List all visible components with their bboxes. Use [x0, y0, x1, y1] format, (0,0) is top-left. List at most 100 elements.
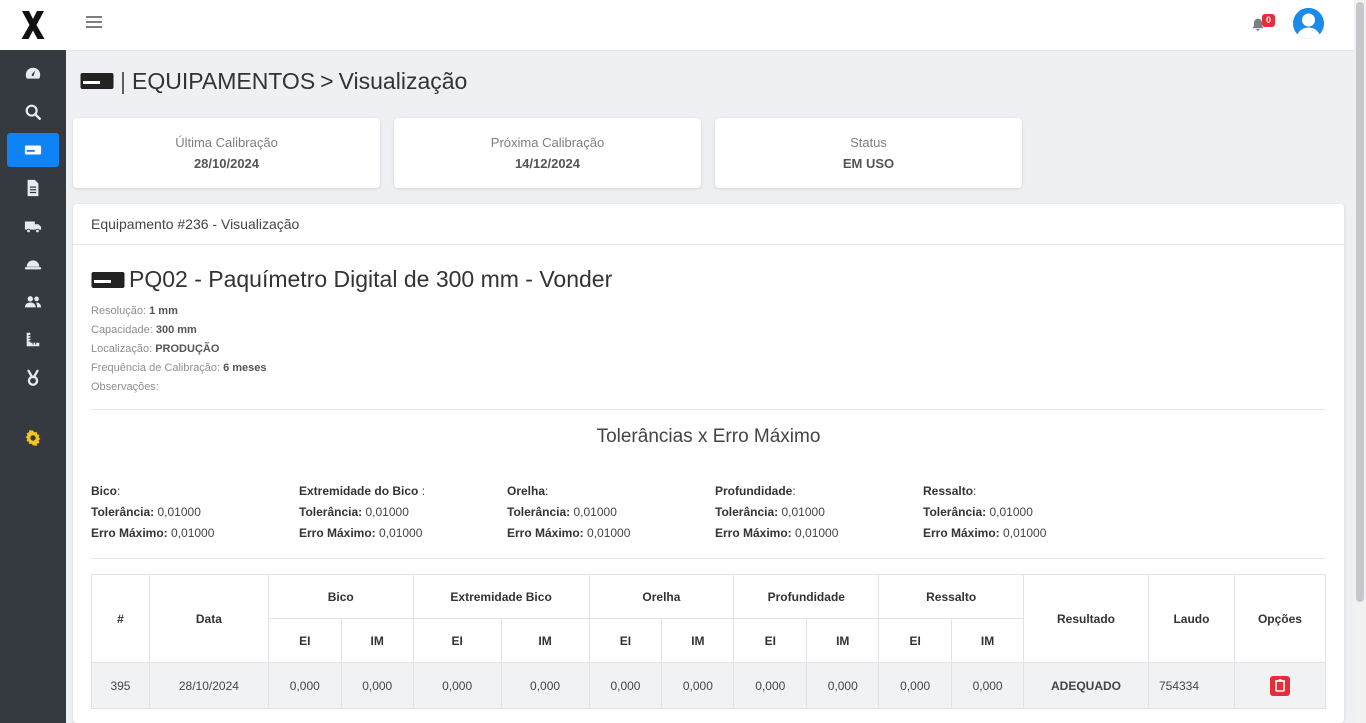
max-error-value: 0,01000	[379, 526, 423, 540]
breadcrumb-separator: >	[320, 67, 334, 94]
max-error-label: Erro Máximo:	[507, 526, 584, 540]
page-scrollbar[interactable]	[1354, 0, 1366, 723]
max-error-value: 0,01000	[587, 526, 631, 540]
col-group-ressalto: Ressalto	[878, 574, 1025, 619]
col-group-orelha: Orelha	[588, 574, 735, 619]
col-header-date[interactable]: Data	[148, 574, 269, 663]
sidebar-item-dashboard[interactable]	[7, 57, 59, 91]
col-header-id[interactable]: #	[91, 574, 150, 663]
prop-value: 300 mm	[155, 324, 197, 336]
sidebar-item-safety[interactable]	[7, 247, 59, 281]
cell-profundidade-im: 0,000	[806, 662, 880, 709]
tolerance-value: 0,01000	[573, 505, 617, 519]
users-icon	[24, 296, 42, 308]
col-header-im: IM	[806, 618, 880, 663]
status-card: Status EM USO	[715, 118, 1022, 188]
hamburger-line	[86, 26, 102, 28]
gear-icon	[25, 429, 41, 447]
equipment-icon	[80, 73, 114, 89]
tolerance-bico: Bico: Tolerância: 0,01000 Erro Máximo: 0…	[91, 481, 291, 544]
col-group-profundidade: Profundidade	[733, 574, 880, 619]
cell-id: 395	[91, 662, 150, 709]
sidebar-item-documents[interactable]	[7, 171, 59, 205]
max-error-value: 0,01000	[1003, 526, 1047, 540]
prop-value: PRODUÇÃO	[155, 343, 220, 355]
col-header-report[interactable]: Laudo	[1147, 574, 1235, 663]
tolerance-label: Tolerância:	[507, 505, 571, 519]
cell-profundidade-ei: 0,000	[733, 662, 808, 709]
prop-notes: Observações:	[91, 378, 267, 397]
prop-capacity: Capacidade: 300 mm	[91, 321, 267, 340]
cell-report: 754334	[1147, 662, 1235, 709]
user-icon	[1293, 8, 1324, 39]
sidebar-item-equipment[interactable]	[7, 133, 59, 167]
equipment-title: PQ02 - Paquímetro Digital de 300 mm - Vo…	[91, 266, 612, 293]
last-calibration-card: Última Calibração 28/10/2024	[73, 118, 380, 188]
max-error-value: 0,01000	[795, 526, 839, 540]
next-calibration-value: 14/12/2024	[514, 156, 581, 171]
truck-icon	[24, 221, 42, 234]
cell-ressalto-ei: 0,000	[878, 662, 953, 709]
tolerance-extremidade-bico: Extremidade do Bico : Tolerância: 0,0100…	[299, 481, 499, 544]
tolerances-title: Tolerâncias x Erro Máximo	[596, 426, 821, 447]
dashboard-icon	[25, 67, 41, 79]
divider	[91, 409, 1326, 410]
col-group-extremidade-bico: Extremidade Bico	[412, 574, 590, 619]
last-calibration-value: 28/10/2024	[193, 156, 260, 171]
user-avatar[interactable]	[1293, 8, 1324, 39]
ruler-icon	[26, 332, 40, 347]
app-logo[interactable]	[0, 0, 66, 50]
col-header-im: IM	[340, 618, 414, 663]
col-header-result[interactable]: Resultado	[1023, 574, 1149, 663]
tolerance-suffix: :	[418, 484, 426, 498]
tolerance-name: Extremidade do Bico	[299, 484, 419, 498]
tolerance-label: Tolerância:	[923, 505, 987, 519]
sidebar-item-tools[interactable]	[7, 361, 59, 395]
max-error-label: Erro Máximo:	[715, 526, 792, 540]
page-title: | EQUIPAMENTOS > Visualização	[80, 66, 467, 96]
breadcrumb-section[interactable]: EQUIPAMENTOS	[132, 68, 315, 95]
helmet-icon	[24, 260, 42, 270]
tolerance-value: 0,01000	[781, 505, 825, 519]
sidebar-item-measurement[interactable]	[7, 323, 59, 357]
tolerance-suffix: :	[117, 484, 121, 498]
sidebar-item-transport[interactable]	[7, 209, 59, 243]
col-header-im: IM	[661, 618, 735, 663]
hamburger-line	[86, 21, 102, 23]
menu-toggle-button[interactable]	[86, 16, 102, 30]
tolerance-suffix: :	[792, 484, 796, 498]
tool-icon	[27, 369, 39, 386]
col-header-ei: EI	[267, 618, 342, 663]
tolerance-suffix: :	[545, 484, 549, 498]
delete-button[interactable]	[1269, 675, 1290, 696]
status-value: EM USO	[842, 156, 895, 171]
next-calibration-label: Próxima Calibração	[490, 135, 605, 150]
prop-value: 1 mm	[149, 305, 178, 317]
tolerance-orelha: Orelha: Tolerância: 0,01000 Erro Máximo:…	[507, 481, 707, 544]
scrollbar-thumb[interactable]	[1356, 2, 1364, 602]
prop-frequency: Frequência de Calibração: 6 meses	[91, 359, 267, 378]
sidebar	[0, 0, 66, 723]
cell-result: ADEQUADO	[1023, 662, 1149, 709]
sidebar-item-search[interactable]	[7, 95, 59, 129]
title-divider: |	[120, 67, 126, 94]
prop-label: Localização:	[91, 343, 153, 355]
equipment-properties: Resolução: 1 mm Capacidade: 300 mm Local…	[91, 302, 267, 397]
max-error-label: Erro Máximo:	[91, 526, 168, 540]
equipment-name: PQ02 - Paquímetro Digital de 300 mm - Vo…	[129, 266, 613, 292]
col-header-options: Opções	[1233, 574, 1327, 663]
hamburger-line	[86, 16, 102, 18]
status-label: Status	[850, 135, 887, 150]
tolerance-name: Orelha	[507, 484, 546, 498]
cell-extremidade-im: 0,000	[500, 662, 590, 709]
col-header-ei: EI	[878, 618, 953, 663]
col-header-ei: EI	[733, 618, 808, 663]
sidebar-item-users[interactable]	[7, 285, 59, 319]
prop-label: Capacidade:	[91, 324, 153, 336]
logo-x-icon	[21, 11, 45, 39]
col-group-bico: Bico	[267, 574, 414, 619]
tolerance-value: 0,01000	[989, 505, 1033, 519]
sidebar-item-settings[interactable]	[7, 421, 59, 455]
prop-label: Observações:	[91, 381, 159, 393]
max-error-label: Erro Máximo:	[299, 526, 376, 540]
